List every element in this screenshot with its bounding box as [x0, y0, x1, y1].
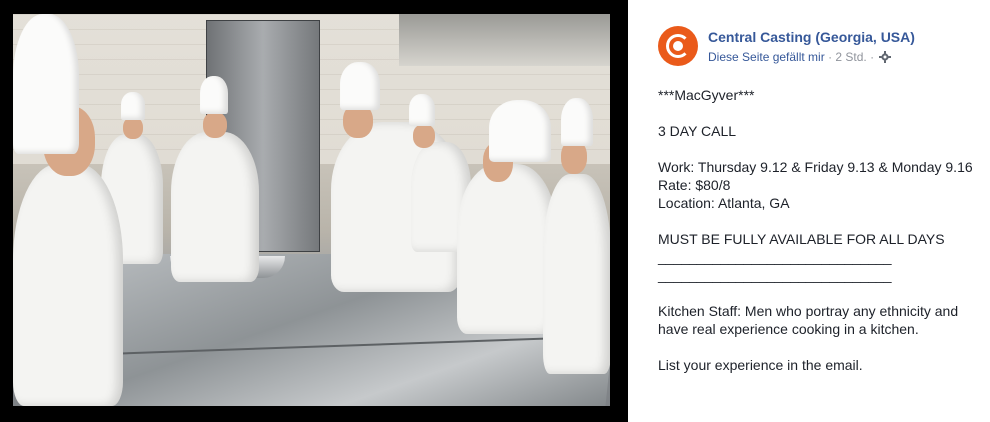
- post-line: List your experience in the email.: [658, 357, 863, 373]
- post-panel: Central Casting (Georgia, USA) Diese Sei…: [628, 0, 990, 422]
- post-photo[interactable]: [13, 14, 610, 406]
- logo-dot: [673, 41, 683, 51]
- chef-face: [413, 124, 435, 148]
- post-line: MUST BE FULLY AVAILABLE FOR ALL DAYS: [658, 231, 945, 247]
- post-line: Kitchen Staff: Men who portray any ethni…: [658, 303, 959, 319]
- chef-face: [123, 117, 143, 139]
- chef-face: [203, 112, 227, 138]
- underline-rule: ______________________________: [658, 267, 892, 283]
- student-figure: [543, 174, 610, 374]
- post-line: ***MacGyver***: [658, 87, 755, 103]
- kitchen-hood: [399, 14, 610, 66]
- photo-frame: [0, 0, 628, 422]
- chef-hat: [200, 76, 228, 114]
- chef-hat: [121, 92, 145, 120]
- gear-icon[interactable]: [879, 51, 892, 63]
- post-line: Location: Atlanta, GA: [658, 195, 790, 211]
- post-line: Rate: $80/8: [658, 177, 731, 193]
- post-line: have real experience cooking in a kitche…: [658, 321, 919, 337]
- instructor-hat: [340, 62, 380, 110]
- student-hat: [489, 100, 551, 162]
- student-figure: [457, 164, 557, 334]
- post-timestamp[interactable]: 2 Std.: [835, 50, 866, 64]
- foreground-chef-hat: [13, 14, 79, 154]
- chef-hat: [409, 94, 435, 126]
- student-hat: [561, 98, 593, 146]
- meta-separator: ·: [828, 50, 833, 64]
- post-line: 3 DAY CALL: [658, 123, 737, 139]
- post-body: ***MacGyver*** 3 DAY CALL Work: Thursday…: [658, 86, 988, 374]
- underline-rule: ______________________________: [658, 249, 892, 265]
- foreground-chef-figure: [13, 164, 123, 406]
- post-line: Work: Thursday 9.12 & Friday 9.13 & Mond…: [658, 159, 973, 175]
- meta-separator: ·: [870, 50, 875, 64]
- chef-figure: [171, 132, 259, 282]
- post-meta: Diese Seite gefällt mir · 2 Std. ·: [708, 50, 892, 64]
- central-casting-logo-icon[interactable]: [658, 26, 698, 66]
- post-container: Central Casting (Georgia, USA) Diese Sei…: [0, 0, 990, 422]
- page-name-link[interactable]: Central Casting (Georgia, USA): [708, 29, 915, 45]
- like-page-link[interactable]: Diese Seite gefällt mir: [708, 50, 825, 64]
- post-header: Central Casting (Georgia, USA) Diese Sei…: [658, 26, 988, 68]
